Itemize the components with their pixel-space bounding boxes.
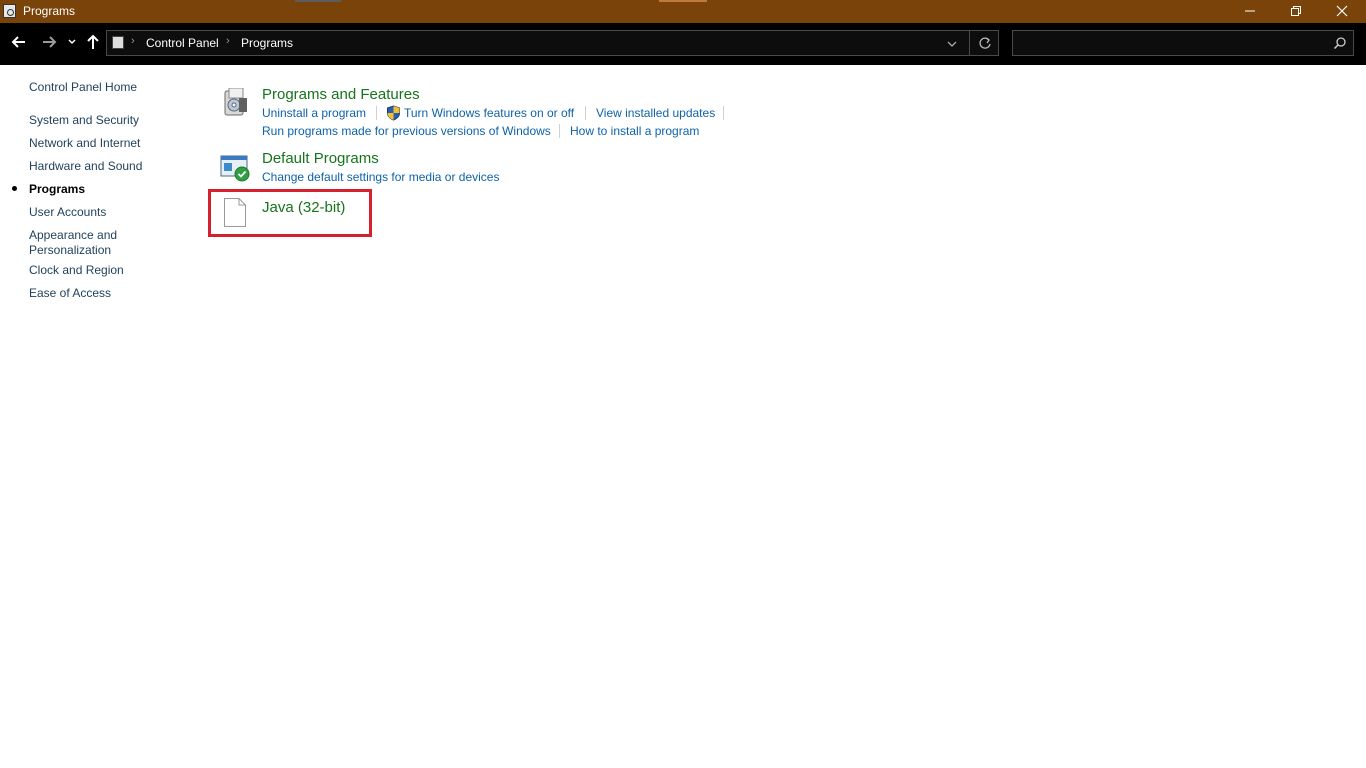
minimize-button[interactable] <box>1227 0 1273 23</box>
taskbar-strip <box>659 0 707 2</box>
current-item-bullet <box>12 186 17 191</box>
programs-features-icon[interactable] <box>221 87 249 123</box>
default-programs-title[interactable]: Default Programs <box>262 150 379 167</box>
sidebar-item-clock-region[interactable]: Clock and Region <box>29 263 124 278</box>
breadcrumb-separator: › <box>226 35 230 47</box>
change-default-settings-link[interactable]: Change default settings for media or dev… <box>262 170 499 184</box>
close-icon <box>1336 5 1348 17</box>
how-to-install-link[interactable]: How to install a program <box>570 124 699 138</box>
sidebar-item-hardware-sound[interactable]: Hardware and Sound <box>29 159 142 174</box>
default-programs-icon[interactable] <box>220 154 252 189</box>
sidebar-item-programs: Programs <box>29 182 86 196</box>
forward-arrow-icon <box>43 36 57 48</box>
back-button[interactable] <box>10 32 28 54</box>
link-separator <box>723 106 724 120</box>
forward-button[interactable] <box>40 32 58 54</box>
link-separator <box>585 106 586 120</box>
chevron-down-icon <box>68 39 76 45</box>
uninstall-program-link[interactable]: Uninstall a program <box>262 106 366 120</box>
run-older-programs-link[interactable]: Run programs made for previous versions … <box>262 124 551 138</box>
up-button[interactable] <box>84 32 102 54</box>
recent-locations-button[interactable] <box>66 32 78 54</box>
breadcrumb-control-panel[interactable]: Control Panel <box>146 36 219 50</box>
back-arrow-icon <box>11 36 25 48</box>
divider <box>969 31 970 55</box>
link-separator <box>376 106 377 120</box>
control-panel-icon <box>112 36 124 49</box>
address-bar[interactable]: › Control Panel › Programs <box>106 30 999 56</box>
refresh-button[interactable] <box>977 36 993 52</box>
up-arrow-icon <box>87 34 99 49</box>
minimize-icon <box>1245 10 1255 12</box>
programs-features-title[interactable]: Programs and Features <box>262 86 420 103</box>
search-input[interactable] <box>1012 30 1354 56</box>
control-panel-icon <box>3 4 16 18</box>
window-title: Programs <box>23 4 76 18</box>
sidebar-item-appearance-line1[interactable]: Appearance and <box>29 228 117 243</box>
chevron-down-icon <box>947 41 957 47</box>
address-dropdown-button[interactable] <box>945 37 959 51</box>
shield-icon <box>386 105 401 126</box>
restore-icon <box>1291 6 1301 16</box>
view-installed-updates-link[interactable]: View installed updates <box>596 106 715 120</box>
sidebar-item-appearance-line2[interactable]: Personalization <box>29 243 111 258</box>
restore-button[interactable] <box>1273 0 1319 23</box>
breadcrumb-programs[interactable]: Programs <box>241 36 293 50</box>
turn-windows-features-link[interactable]: Turn Windows features on or off <box>404 106 574 120</box>
search-icon[interactable] <box>1333 36 1347 50</box>
taskbar-strip <box>295 0 341 2</box>
link-separator <box>559 124 560 138</box>
navigation-bar: › Control Panel › Programs <box>0 23 1366 65</box>
sidebar-item-system-security[interactable]: System and Security <box>29 113 139 128</box>
sidebar-item-control-panel-home[interactable]: Control Panel Home <box>29 80 137 95</box>
highlight-box <box>208 189 372 237</box>
breadcrumb-separator: › <box>131 35 135 47</box>
close-button[interactable] <box>1319 0 1365 23</box>
refresh-icon <box>979 37 991 49</box>
sidebar-item-network-internet[interactable]: Network and Internet <box>29 136 140 151</box>
title-bar: Programs <box>0 0 1366 23</box>
sidebar-item-ease-of-access[interactable]: Ease of Access <box>29 286 111 301</box>
sidebar-item-user-accounts[interactable]: User Accounts <box>29 205 106 220</box>
